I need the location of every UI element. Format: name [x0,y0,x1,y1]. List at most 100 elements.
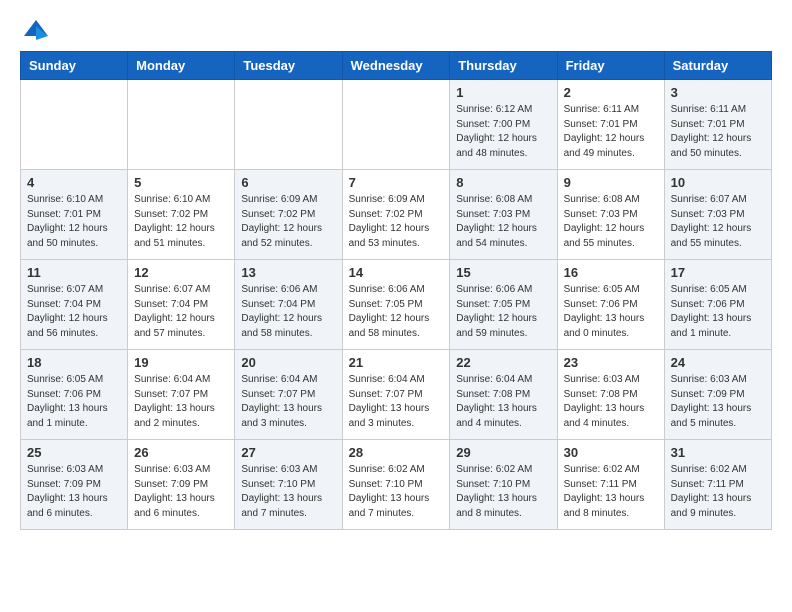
calendar-cell: 22 Sunrise: 6:04 AM Sunset: 7:08 PM Dayli… [450,350,557,440]
calendar-cell: 16 Sunrise: 6:05 AM Sunset: 7:06 PM Dayli… [557,260,664,350]
day-info: Sunrise: 6:06 AM Sunset: 7:04 PM Dayligh… [241,283,335,341]
calendar-cell: 25Sunrise: 6:03 AM Sunset: 7:09 PM Dayli… [21,440,128,530]
day-number: 15 [456,265,550,280]
header-sunday: Sunday [21,52,128,80]
calendar-cell: 20 Sunrise: 6:04 AM Sunset: 7:07 PM Dayli… [235,350,342,440]
calendar-cell: 27Sunrise: 6:03 AM Sunset: 7:10 PM Dayli… [235,440,342,530]
day-number: 21 [349,355,444,370]
day-info: Sunrise: 6:11 AM Sunset: 7:01 PM Dayligh… [564,103,658,161]
day-info: Sunrise: 6:04 AM Sunset: 7:07 PM Dayligh… [349,373,444,431]
header-tuesday: Tuesday [235,52,342,80]
calendar-cell: 15 Sunrise: 6:06 AM Sunset: 7:05 PM Dayli… [450,260,557,350]
day-info: Sunrise: 6:12 AM Sunset: 7:00 PM Dayligh… [456,103,550,161]
day-number: 18 [27,355,121,370]
calendar-cell: 9 Sunrise: 6:08 AM Sunset: 7:03 PM Daylig… [557,170,664,260]
day-number: 20 [241,355,335,370]
day-info: Sunrise: 6:10 AM Sunset: 7:02 PM Dayligh… [134,193,228,251]
day-number: 2 [564,85,658,100]
day-info: Sunrise: 6:02 AM Sunset: 7:10 PM Dayligh… [349,463,444,521]
calendar-cell: 24Sunrise: 6:03 AM Sunset: 7:09 PM Dayli… [664,350,771,440]
day-info: Sunrise: 6:03 AM Sunset: 7:09 PM Dayligh… [671,373,765,431]
header-friday: Friday [557,52,664,80]
day-number: 4 [27,175,121,190]
calendar-cell: 10Sunrise: 6:07 AM Sunset: 7:03 PM Dayli… [664,170,771,260]
day-info: Sunrise: 6:02 AM Sunset: 7:11 PM Dayligh… [671,463,765,521]
calendar-cell [235,80,342,170]
calendar-cell: 7Sunrise: 6:09 AM Sunset: 7:02 PM Daylig… [342,170,450,260]
day-number: 17 [671,265,765,280]
calendar-cell: 17 Sunrise: 6:05 AM Sunset: 7:06 PM Dayli… [664,260,771,350]
day-info: Sunrise: 6:04 AM Sunset: 7:07 PM Dayligh… [134,373,228,431]
calendar-cell: 29 Sunrise: 6:02 AM Sunset: 7:10 PM Dayli… [450,440,557,530]
calendar-cell: 4 Sunrise: 6:10 AM Sunset: 7:01 PM Daylig… [21,170,128,260]
calendar-cell: 23Sunrise: 6:03 AM Sunset: 7:08 PM Dayli… [557,350,664,440]
calendar-cell: 11 Sunrise: 6:07 AM Sunset: 7:04 PM Dayli… [21,260,128,350]
day-number: 28 [349,445,444,460]
header-wednesday: Wednesday [342,52,450,80]
calendar-header-row: SundayMondayTuesdayWednesdayThursdayFrid… [21,52,772,80]
header-saturday: Saturday [664,52,771,80]
calendar-cell: 1 Sunrise: 6:12 AM Sunset: 7:00 PM Daylig… [450,80,557,170]
day-info: Sunrise: 6:09 AM Sunset: 7:02 PM Dayligh… [241,193,335,251]
day-info: Sunrise: 6:06 AM Sunset: 7:05 PM Dayligh… [349,283,444,341]
day-info: Sunrise: 6:04 AM Sunset: 7:07 PM Dayligh… [241,373,335,431]
logo [20,20,50,41]
calendar-cell: 2 Sunrise: 6:11 AM Sunset: 7:01 PM Daylig… [557,80,664,170]
day-number: 22 [456,355,550,370]
calendar-cell: 31Sunrise: 6:02 AM Sunset: 7:11 PM Dayli… [664,440,771,530]
day-number: 29 [456,445,550,460]
day-info: Sunrise: 6:10 AM Sunset: 7:01 PM Dayligh… [27,193,121,251]
calendar-week-4: 18 Sunrise: 6:05 AM Sunset: 7:06 PM Dayli… [21,350,772,440]
calendar-week-2: 4 Sunrise: 6:10 AM Sunset: 7:01 PM Daylig… [21,170,772,260]
logo-icon [22,18,50,40]
day-number: 23 [564,355,658,370]
day-number: 3 [671,85,765,100]
calendar-cell: 12 Sunrise: 6:07 AM Sunset: 7:04 PM Dayli… [128,260,235,350]
day-number: 1 [456,85,550,100]
calendar-cell: 6 Sunrise: 6:09 AM Sunset: 7:02 PM Daylig… [235,170,342,260]
day-number: 12 [134,265,228,280]
day-number: 11 [27,265,121,280]
calendar-cell [342,80,450,170]
day-number: 27 [241,445,335,460]
day-number: 9 [564,175,658,190]
day-info: Sunrise: 6:03 AM Sunset: 7:09 PM Dayligh… [134,463,228,521]
day-info: Sunrise: 6:07 AM Sunset: 7:04 PM Dayligh… [134,283,228,341]
day-number: 5 [134,175,228,190]
day-info: Sunrise: 6:05 AM Sunset: 7:06 PM Dayligh… [564,283,658,341]
day-info: Sunrise: 6:06 AM Sunset: 7:05 PM Dayligh… [456,283,550,341]
calendar-cell: 28 Sunrise: 6:02 AM Sunset: 7:10 PM Dayli… [342,440,450,530]
calendar-cell: 18 Sunrise: 6:05 AM Sunset: 7:06 PM Dayli… [21,350,128,440]
calendar-cell: 14 Sunrise: 6:06 AM Sunset: 7:05 PM Dayli… [342,260,450,350]
day-info: Sunrise: 6:09 AM Sunset: 7:02 PM Dayligh… [349,193,444,251]
calendar-week-5: 25Sunrise: 6:03 AM Sunset: 7:09 PM Dayli… [21,440,772,530]
calendar-cell: 21 Sunrise: 6:04 AM Sunset: 7:07 PM Dayli… [342,350,450,440]
day-info: Sunrise: 6:07 AM Sunset: 7:04 PM Dayligh… [27,283,121,341]
day-info: Sunrise: 6:11 AM Sunset: 7:01 PM Dayligh… [671,103,765,161]
day-info: Sunrise: 6:04 AM Sunset: 7:08 PM Dayligh… [456,373,550,431]
calendar-week-3: 11 Sunrise: 6:07 AM Sunset: 7:04 PM Dayli… [21,260,772,350]
calendar-cell: 5 Sunrise: 6:10 AM Sunset: 7:02 PM Daylig… [128,170,235,260]
calendar-cell: 8 Sunrise: 6:08 AM Sunset: 7:03 PM Daylig… [450,170,557,260]
day-info: Sunrise: 6:08 AM Sunset: 7:03 PM Dayligh… [456,193,550,251]
day-number: 14 [349,265,444,280]
day-info: Sunrise: 6:03 AM Sunset: 7:09 PM Dayligh… [27,463,121,521]
day-number: 8 [456,175,550,190]
calendar-cell [21,80,128,170]
day-number: 6 [241,175,335,190]
page-header [20,20,772,41]
day-info: Sunrise: 6:05 AM Sunset: 7:06 PM Dayligh… [27,373,121,431]
day-info: Sunrise: 6:02 AM Sunset: 7:10 PM Dayligh… [456,463,550,521]
day-number: 10 [671,175,765,190]
calendar-table: SundayMondayTuesdayWednesdayThursdayFrid… [20,51,772,530]
calendar-week-1: 1 Sunrise: 6:12 AM Sunset: 7:00 PM Daylig… [21,80,772,170]
calendar-cell: 19Sunrise: 6:04 AM Sunset: 7:07 PM Dayli… [128,350,235,440]
day-number: 16 [564,265,658,280]
calendar-cell [128,80,235,170]
day-number: 13 [241,265,335,280]
day-info: Sunrise: 6:08 AM Sunset: 7:03 PM Dayligh… [564,193,658,251]
day-info: Sunrise: 6:05 AM Sunset: 7:06 PM Dayligh… [671,283,765,341]
day-number: 26 [134,445,228,460]
day-info: Sunrise: 6:02 AM Sunset: 7:11 PM Dayligh… [564,463,658,521]
calendar-cell: 26 Sunrise: 6:03 AM Sunset: 7:09 PM Dayli… [128,440,235,530]
